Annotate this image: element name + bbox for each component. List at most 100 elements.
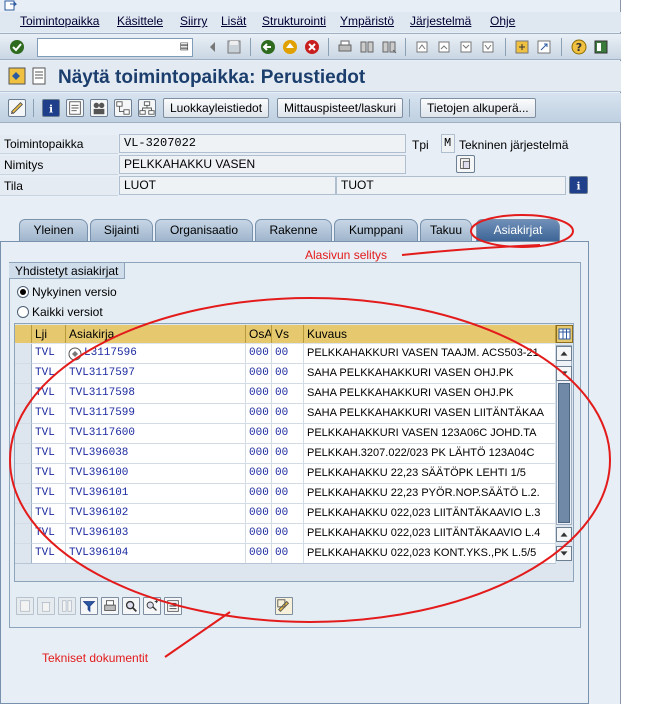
scroll-up-button[interactable] [556, 346, 572, 361]
find-icon[interactable] [359, 39, 375, 55]
tila-value-user[interactable]: TUOT [336, 176, 566, 195]
scroll-down-button-upper[interactable] [556, 366, 572, 381]
cell-document-link[interactable]: TVL3117600 [66, 424, 246, 444]
tpi-value[interactable]: M [441, 134, 455, 153]
row-selector[interactable] [15, 484, 32, 504]
menu-jarjestelma[interactable]: Järjestelmä [410, 14, 471, 28]
nimitys-value[interactable]: PELKKAHAKKU VASEN [119, 155, 406, 174]
system-menu-icon[interactable] [4, 0, 18, 12]
table-row[interactable]: TVL TVL3117597 000 00 SAHA PELKKAHAKKURI VAS… [15, 364, 556, 384]
radio-all-versions[interactable] [17, 306, 29, 318]
back-icon[interactable] [260, 39, 276, 55]
create-session-icon[interactable] [514, 39, 530, 55]
text-icon[interactable] [66, 99, 84, 117]
export-icon[interactable] [164, 597, 182, 615]
tab-organisaatio[interactable]: Organisaatio [155, 219, 253, 241]
column-header-osa[interactable]: OsA [246, 325, 272, 343]
delete-document-icon[interactable] [37, 597, 55, 615]
command-field-history-icon[interactable]: ▤ [180, 41, 189, 52]
row-selector[interactable] [15, 404, 32, 424]
select-all-header[interactable] [15, 325, 32, 343]
find-next-list-icon[interactable] [143, 597, 161, 615]
row-selector[interactable] [15, 384, 32, 404]
tab-takuu[interactable]: Takuu [420, 219, 472, 241]
command-field[interactable]: ▤ [37, 38, 193, 57]
last-page-icon[interactable] [480, 39, 496, 55]
menu-ohje[interactable]: Ohje [490, 14, 515, 28]
next-page-icon[interactable] [458, 39, 474, 55]
save-icon[interactable] [226, 39, 242, 55]
table-row[interactable]: TVL TVL396038 000 00 PELKKAH.3207.022/023 PK… [15, 444, 556, 464]
cancel-icon[interactable] [304, 39, 320, 55]
classification-button[interactable]: Luokkayleistiedot [163, 98, 270, 118]
row-selector[interactable] [15, 544, 32, 564]
column-header-lji[interactable]: Lji [32, 325, 66, 343]
partners-icon[interactable] [90, 99, 108, 117]
find-next-icon[interactable] [381, 39, 397, 55]
data-origin-button[interactable]: Tietojen alkuperä... [420, 98, 536, 118]
tab-yleinen[interactable]: Yleinen [19, 219, 88, 241]
scroll-up-button-lower[interactable] [556, 527, 572, 542]
horizontal-scrollbar[interactable] [15, 563, 556, 581]
toimintopaikka-value[interactable]: VL-3207022 [119, 134, 406, 153]
column-settings-icon[interactable] [556, 325, 573, 343]
edit-document-icon[interactable] [275, 597, 293, 615]
table-row[interactable]: TVL TVL396103 000 00 PELKKAHAKKU 022,023 LII… [15, 524, 556, 544]
row-selector[interactable] [15, 504, 32, 524]
row-selector[interactable] [15, 444, 32, 464]
cell-document-link[interactable]: TVL396038 [66, 444, 246, 464]
hierarchy-icon[interactable] [114, 99, 132, 117]
layout-menu-icon[interactable] [593, 39, 609, 55]
table-row[interactable]: TVL TVL396102 000 00 PELKKAHAKKU 022,023 LII… [15, 504, 556, 524]
menu-toimintopaikka[interactable]: Toimintopaikka [20, 14, 99, 28]
info-icon[interactable]: i [42, 99, 60, 117]
tila-value-system[interactable]: LUOT [119, 176, 336, 195]
cell-document-link[interactable]: TVL396104 [66, 544, 246, 564]
table-row[interactable]: TVL TVL396101 000 00 PELKKAHAKKU 22,23 PYÖR.… [15, 484, 556, 504]
first-page-icon[interactable] [414, 39, 430, 55]
row-selector[interactable] [15, 364, 32, 384]
structure-icon[interactable] [138, 99, 156, 117]
tab-kumppani[interactable]: Kumppani [334, 219, 418, 241]
row-selector[interactable] [15, 424, 32, 444]
shortcut-icon[interactable] [536, 39, 552, 55]
row-selector[interactable] [15, 464, 32, 484]
scroll-thumb[interactable] [558, 383, 570, 523]
table-row[interactable]: TVL TVL3117599 000 00 SAHA PELKKAHAKKURI VAS… [15, 404, 556, 424]
cell-document-link[interactable]: TVL396100 [66, 464, 246, 484]
column-header-vs[interactable]: Vs [272, 325, 304, 343]
attach-icon[interactable] [58, 597, 76, 615]
document-display-icon[interactable] [68, 347, 82, 361]
tab-asiakirjat[interactable]: Asiakirjat [476, 219, 560, 241]
scroll-down-button[interactable] [556, 546, 572, 561]
measuring-points-button[interactable]: Mittauspisteet/laskuri [277, 98, 404, 118]
table-row[interactable]: TVL TVL396104 000 00 PELKKAHAKKU 022,023 KON… [15, 544, 556, 564]
cell-document-link[interactable]: TVL3117598 [66, 384, 246, 404]
radio-current-version[interactable] [17, 286, 29, 298]
column-header-kuvaus[interactable]: Kuvaus [304, 325, 556, 343]
exit-icon[interactable] [282, 39, 298, 55]
cell-document-link[interactable]: TVL396103 [66, 524, 246, 544]
cell-document-link[interactable]: L3117596 [66, 344, 246, 364]
table-row[interactable]: TVL TVL3117600 000 00 PELKKAHAKKURI VASEN 12… [15, 424, 556, 444]
column-header-asiakirja[interactable]: Asiakirja [66, 325, 246, 343]
cell-document-link[interactable]: TVL396102 [66, 504, 246, 524]
print-list-icon[interactable] [101, 597, 119, 615]
cell-document-link[interactable]: TVL396101 [66, 484, 246, 504]
table-row[interactable]: TVL TVL396100 000 00 PELKKAHAKKU 22,23 SÄÄTÖ… [15, 464, 556, 484]
menu-kasittele[interactable]: Käsittele [117, 14, 163, 28]
menu-ymparisto[interactable]: Ympäristö [340, 14, 394, 28]
row-selector[interactable] [15, 344, 32, 364]
search-icon[interactable] [122, 597, 140, 615]
row-selector[interactable] [15, 524, 32, 544]
long-text-icon[interactable] [456, 155, 475, 173]
table-row[interactable]: TVL TVL3117598 000 00 SAHA PELKKAHAKKURI VAS… [15, 384, 556, 404]
menu-siirry[interactable]: Siirry [180, 14, 207, 28]
enter-check-icon[interactable] [9, 39, 25, 55]
cell-document-link[interactable]: TVL3117599 [66, 404, 246, 424]
table-row[interactable]: TVL L3117596 000 00 PELKKAHAKKURI VASEN TAAJ… [15, 344, 556, 364]
cell-document-link[interactable]: TVL3117597 [66, 364, 246, 384]
previous-page-icon[interactable] [436, 39, 452, 55]
back-arrow-small-icon[interactable] [205, 39, 221, 55]
filter-icon[interactable] [80, 597, 98, 615]
